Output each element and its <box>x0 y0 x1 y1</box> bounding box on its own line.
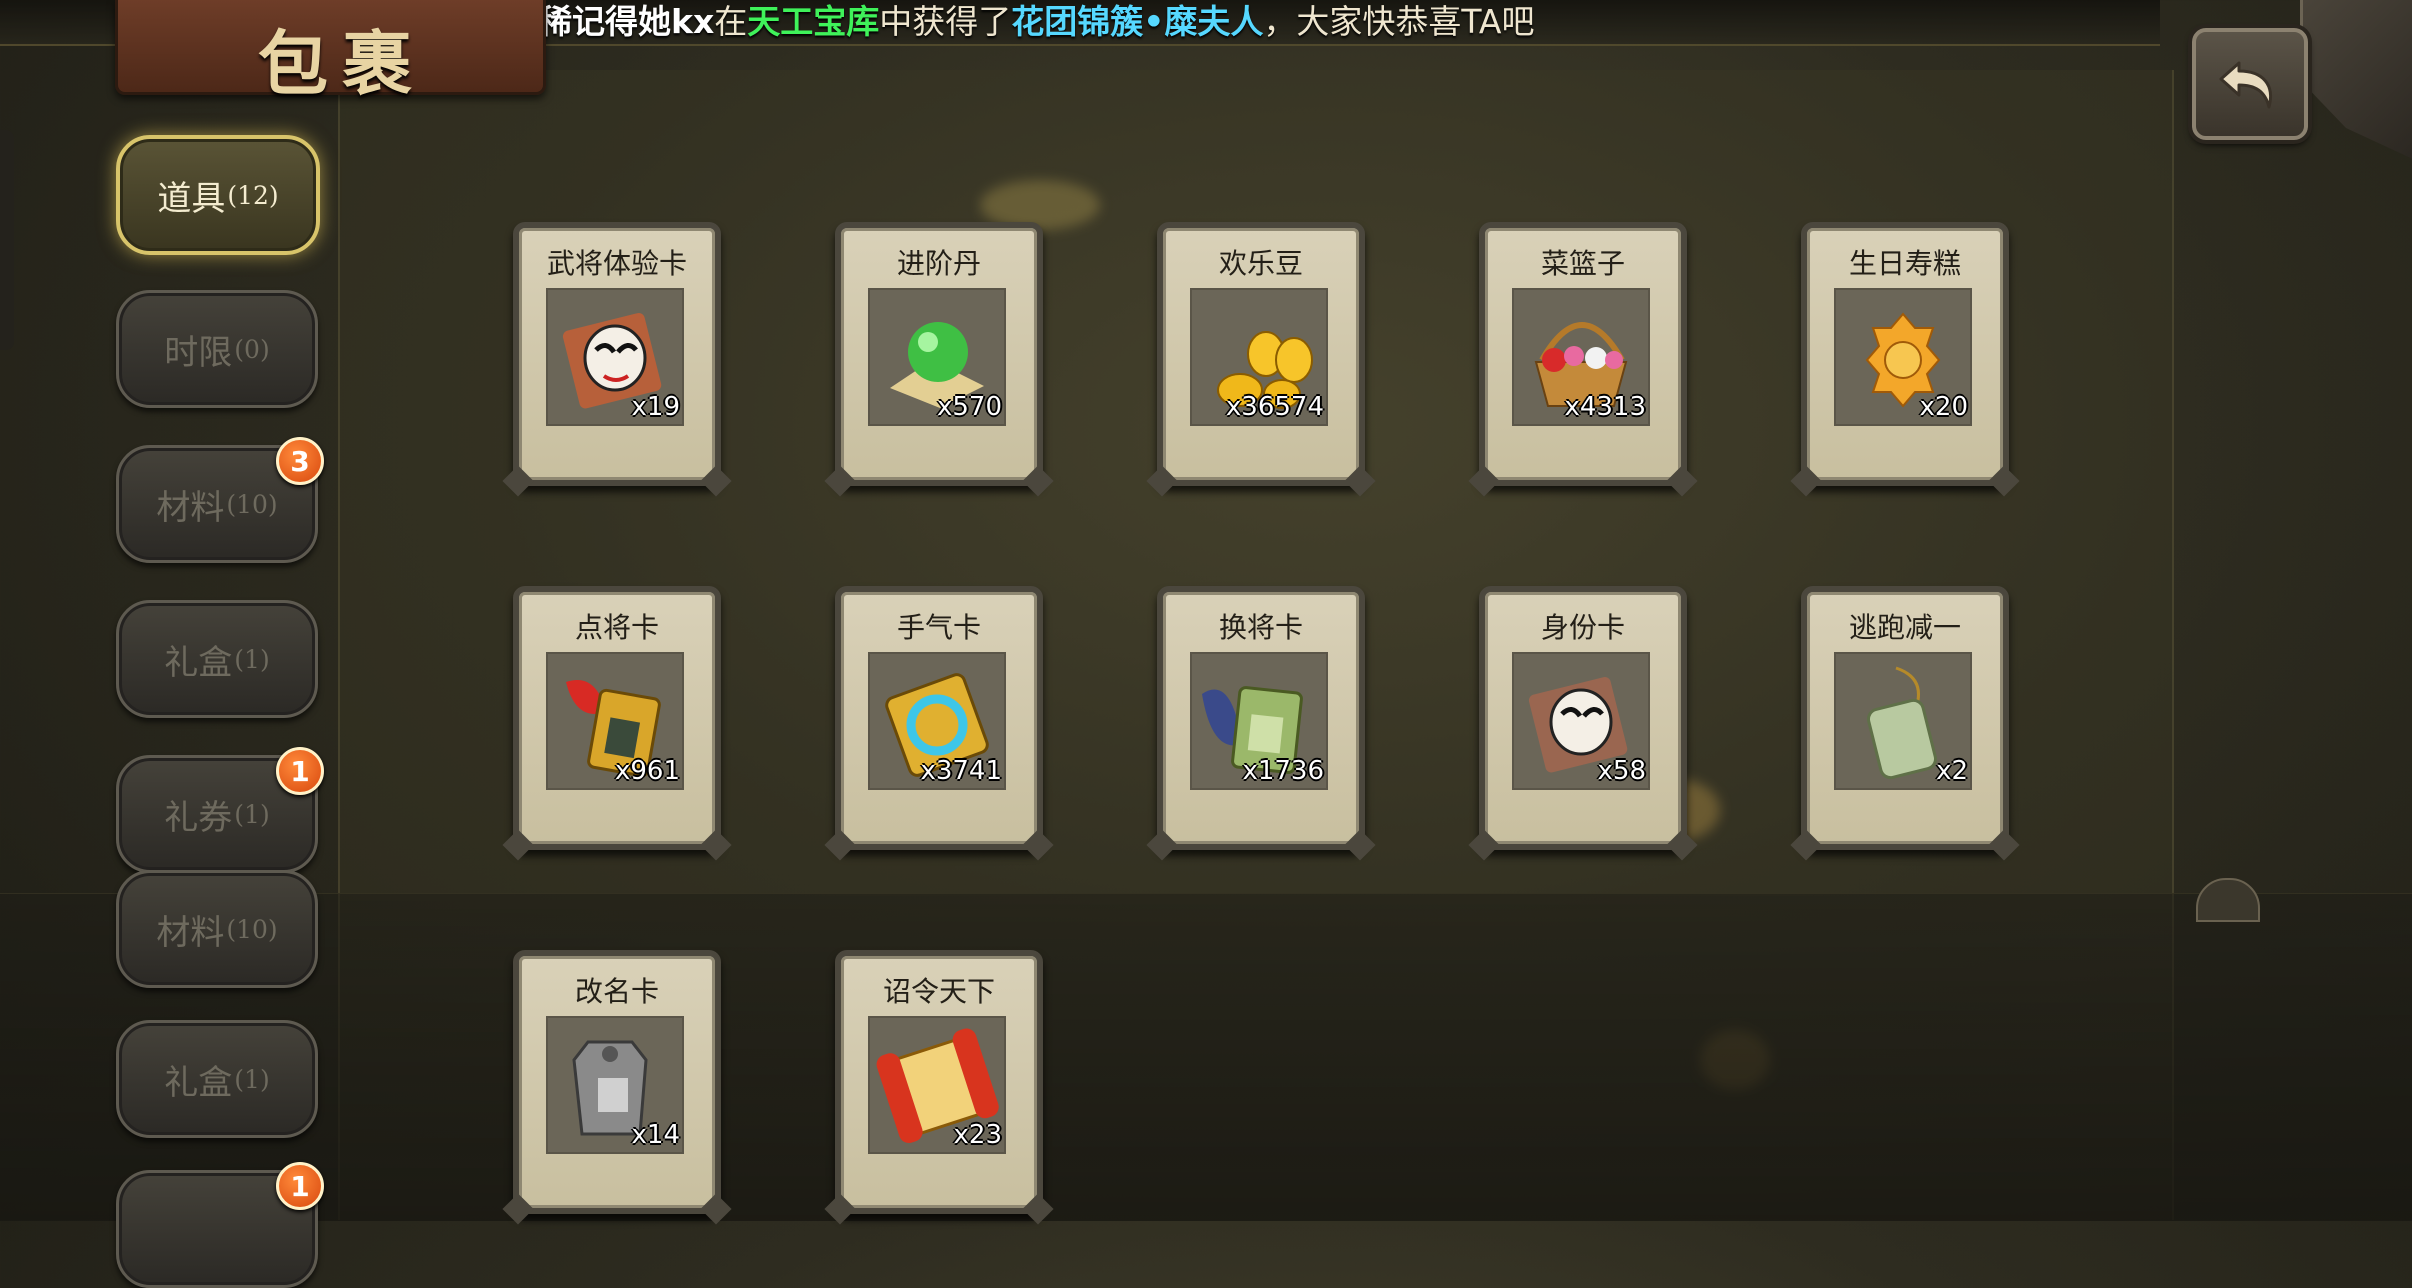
item-card[interactable]: 换将卡 x1736 <box>1157 586 1365 850</box>
ticker-place: 天工宝库 <box>747 2 880 41</box>
item-quantity: x2 <box>1936 756 1968 786</box>
tab-label: 礼盒 <box>164 642 233 683</box>
item-name: 诏令天下 <box>882 975 995 1008</box>
tab-count: (0) <box>234 334 270 364</box>
page-title: 包裹 <box>258 22 426 105</box>
item-name: 身份卡 <box>1540 611 1625 644</box>
corner-ornament <box>2300 0 2412 160</box>
item-quantity: x961 <box>614 756 680 786</box>
side-scroll-tab[interactable] <box>2196 878 2260 922</box>
item-card[interactable]: 进阶丹 x570 <box>835 222 1043 486</box>
title-banner: 包裹 <box>115 0 546 105</box>
ticker-mid1: 在 <box>714 2 748 41</box>
item-card[interactable]: 改名卡 x14 <box>513 950 721 1214</box>
ticker-item: 花团锦簇•糜夫人 <box>1011 2 1264 41</box>
tab-count: (12) <box>227 180 279 210</box>
item-name: 改名卡 <box>574 975 659 1008</box>
item-name: 手气卡 <box>896 611 981 644</box>
flower-basket-icon: x4313 <box>1512 288 1650 426</box>
announcement-text: 玩家依稀记得她kx在天工宝库中获得了花团锦簇•糜夫人，大家快恭喜TA吧 <box>440 2 1535 42</box>
item-name: 换将卡 <box>1218 611 1303 644</box>
item-quantity: x58 <box>1597 756 1646 786</box>
ticker-mid2: 中获得了 <box>879 2 1012 41</box>
tab-count: (10) <box>226 489 278 519</box>
tab-count: (1) <box>234 644 270 674</box>
ticker-suffix: ，大家快恭喜TA吧 <box>1263 2 1535 41</box>
item-quantity: x3741 <box>920 756 1002 786</box>
general-card-icon: x961 <box>546 652 684 790</box>
item-quantity: x20 <box>1919 392 1968 422</box>
item-quantity: x23 <box>953 1120 1002 1150</box>
tab-label: 礼盒 <box>164 1062 233 1103</box>
tab-label: 材料 <box>156 487 225 528</box>
rename-tag-icon: x14 <box>546 1016 684 1154</box>
tab-0[interactable]: 道具 (12) <box>116 135 320 255</box>
item-name: 点将卡 <box>574 611 659 644</box>
birthday-cake-icon: x20 <box>1834 288 1972 426</box>
item-name: 逃跑减一 <box>1848 611 1961 644</box>
jade-token-icon: x2 <box>1834 652 1972 790</box>
item-card[interactable]: 武将体验卡 x19 <box>513 222 721 486</box>
item-quantity: x4313 <box>1564 392 1646 422</box>
item-card[interactable]: 手气卡 x3741 <box>835 586 1043 850</box>
back-button[interactable] <box>2192 28 2308 140</box>
item-name: 武将体验卡 <box>546 247 687 280</box>
notification-badge: 1 <box>276 1162 324 1210</box>
tab-label: 时限 <box>164 332 233 373</box>
item-card[interactable]: 欢乐豆 x36574 <box>1157 222 1365 486</box>
tab-label: 道具 <box>157 178 226 219</box>
item-card[interactable]: 点将卡 x961 <box>513 586 721 850</box>
item-quantity: x1736 <box>1242 756 1324 786</box>
item-card[interactable]: 身份卡 x58 <box>1479 586 1687 850</box>
opera-mask-card-icon: x19 <box>546 288 684 426</box>
item-name: 欢乐豆 <box>1218 247 1303 280</box>
tab-3[interactable]: 礼盒 (1) <box>116 600 318 718</box>
item-quantity: x14 <box>631 1120 680 1150</box>
edict-scroll-icon: x23 <box>868 1016 1006 1154</box>
notification-badge: 3 <box>276 437 324 485</box>
notification-badge: 1 <box>276 747 324 795</box>
identity-mask-card-icon: x58 <box>1512 652 1650 790</box>
tab-label: 礼券 <box>164 797 233 838</box>
tab-6[interactable]: 礼盒 (1) <box>116 1020 318 1138</box>
item-name: 进阶丹 <box>896 247 981 280</box>
item-card[interactable]: 菜篮子 x4313 <box>1479 222 1687 486</box>
item-card[interactable]: 生日寿糕 x20 <box>1801 222 2009 486</box>
gold-beans-icon: x36574 <box>1190 288 1328 426</box>
item-card[interactable]: 诏令天下 x23 <box>835 950 1043 1214</box>
green-pill-icon: x570 <box>868 288 1006 426</box>
item-quantity: x19 <box>631 392 680 422</box>
lower-shade <box>0 893 2412 1221</box>
left-edge-handle <box>0 130 14 350</box>
tab-count: (10) <box>226 914 278 944</box>
tab-label: 材料 <box>156 912 225 953</box>
tab-count: (1) <box>234 1064 270 1094</box>
item-name: 生日寿糕 <box>1848 247 1961 280</box>
tab-1[interactable]: 时限 (0) <box>116 290 318 408</box>
item-quantity: x570 <box>936 392 1002 422</box>
luck-card-icon: x3741 <box>868 652 1006 790</box>
item-name: 菜篮子 <box>1540 247 1625 280</box>
tab-count: (1) <box>234 799 270 829</box>
tab-5[interactable]: 材料 (10) <box>116 870 318 988</box>
item-quantity: x36574 <box>1225 392 1324 422</box>
swap-general-card-icon: x1736 <box>1190 652 1328 790</box>
back-arrow-icon <box>2219 61 2272 109</box>
item-card[interactable]: 逃跑减一 x2 <box>1801 586 2009 850</box>
